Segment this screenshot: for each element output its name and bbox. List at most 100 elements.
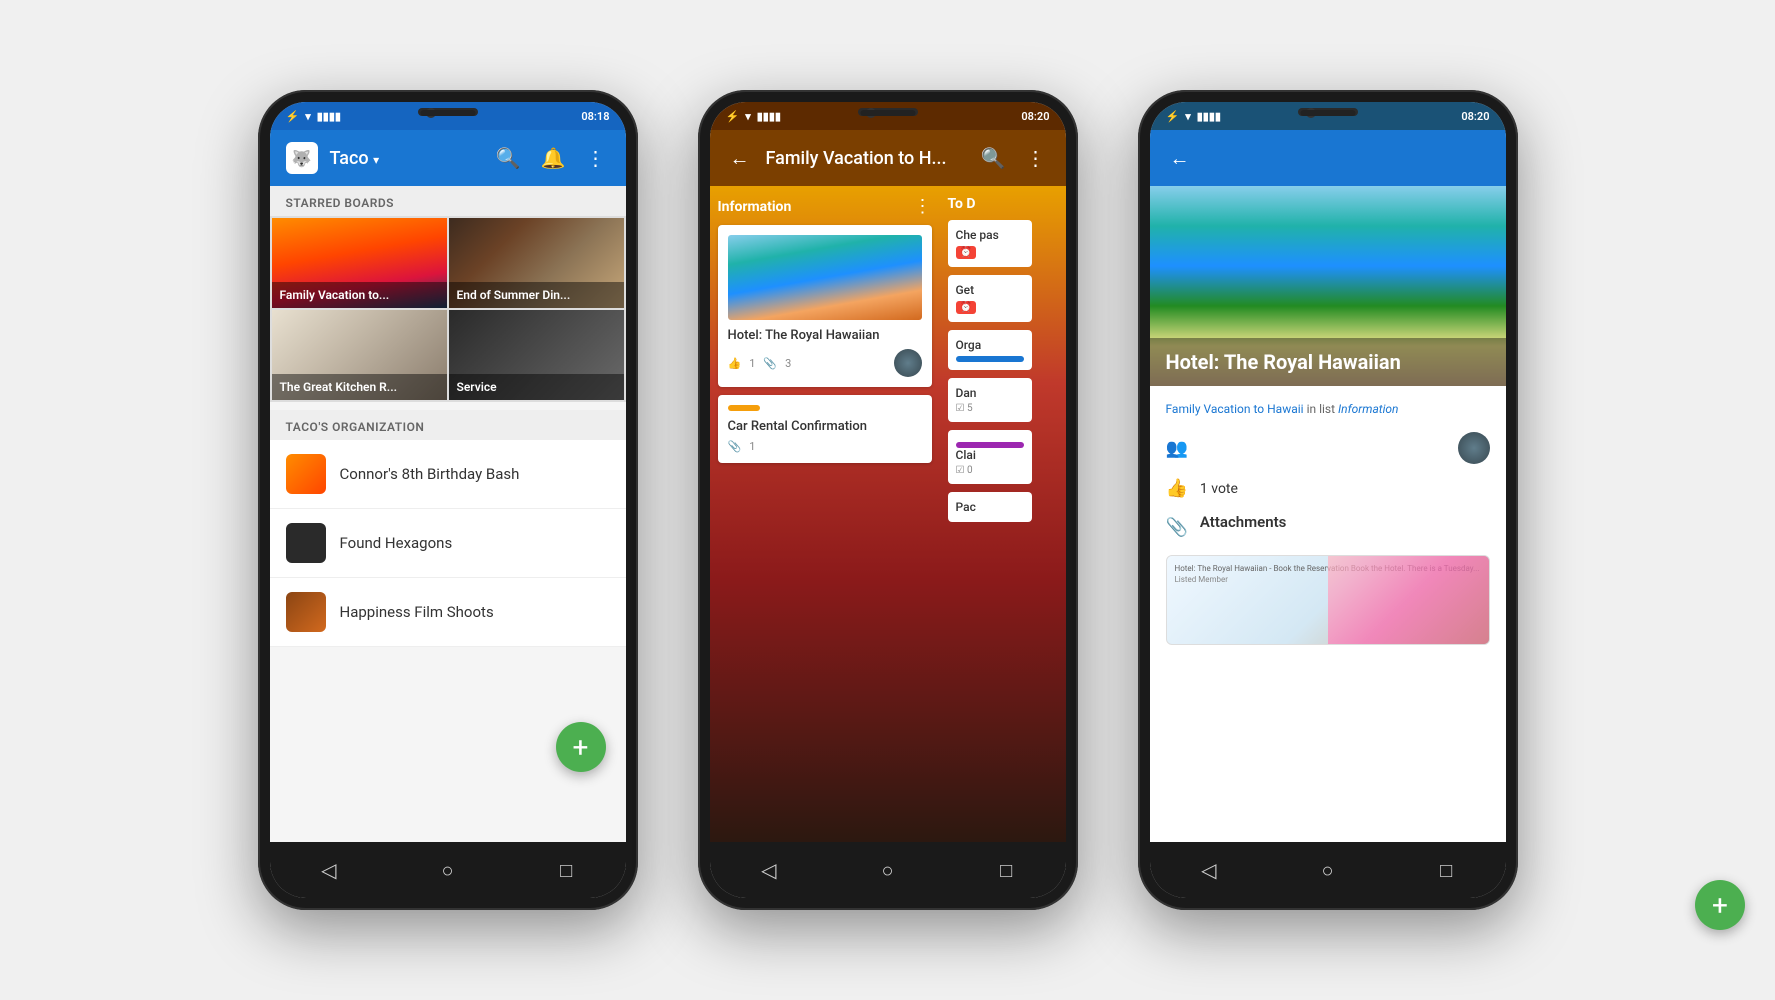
nav-home-2[interactable]: ○ — [873, 856, 901, 884]
org-section-label: Taco's Organization — [270, 410, 626, 440]
wifi-icon: ▾ — [305, 110, 311, 123]
phone-3-screen: ⚡ ▾ ▮▮▮▮ 08:20 ← Hotel: The Royal Hawaii… — [1150, 102, 1506, 898]
attachment-building-bg — [1328, 556, 1489, 644]
org-icon-0 — [286, 454, 326, 494]
nav-square-2[interactable]: □ — [992, 856, 1020, 884]
more-vert-icon-2[interactable]: ⋮ — [1022, 142, 1050, 174]
card-rental-title: Car Rental Confirmation — [728, 419, 922, 434]
card-hotel-title: Hotel: The Royal Hawaiian — [728, 328, 922, 343]
card-rental-meta: 📎 1 — [728, 440, 922, 453]
list-header-info: Information ⋮ — [718, 196, 932, 217]
partial-card-4[interactable]: Clai ☑ 0 — [948, 430, 1032, 484]
list-title-info: Information — [718, 199, 792, 215]
nav-square-1[interactable]: □ — [552, 856, 580, 884]
phone-1-screen: ⚡ ▾ ▮▮▮▮ 08:18 🐺 Taco ▾ 🔍 🔔 ⋮ Starred Bo… — [270, 102, 626, 898]
attachment-thumbnail[interactable]: Hotel: The Royal Hawaiian - Book the Res… — [1166, 555, 1490, 645]
list-information: Information ⋮ Hotel: The Royal Hawaiian … — [710, 186, 940, 842]
phone-2-screen: ⚡ ▾ ▮▮▮▮ 08:20 ← Family Vacation to H...… — [710, 102, 1066, 898]
partial-card-3[interactable]: Dan ☑ 5 — [948, 378, 1032, 422]
list-name-link[interactable]: Information — [1338, 402, 1398, 416]
status-time-2: 08:20 — [1021, 110, 1049, 123]
thumbs-up-icon: 👍 — [1166, 478, 1188, 499]
card-detail-subtitle: Family Vacation to Hawaii in list Inform… — [1166, 402, 1490, 416]
card-hotel[interactable]: Hotel: The Royal Hawaiian 👍 1 📎 3 — [718, 225, 932, 387]
status-bar-1: ⚡ ▾ ▮▮▮▮ 08:18 — [270, 102, 626, 130]
back-icon-3[interactable]: ← — [1166, 142, 1194, 175]
card-label-orange — [728, 405, 760, 411]
starred-boards-label: Starred Boards — [270, 186, 626, 216]
list-todo-partial: To D Che pas ⏰ Get ⏰ — [940, 186, 1040, 842]
back-icon-2[interactable]: ← — [726, 142, 754, 175]
more-vert-icon-1[interactable]: ⋮ — [582, 142, 610, 174]
board-label-kitchen: The Great Kitchen R... — [272, 374, 447, 400]
board-label-family-vacation: Family Vacation to... — [272, 282, 447, 308]
list-more-icon[interactable]: ⋮ — [914, 196, 932, 217]
search-icon-1[interactable]: 🔍 — [492, 142, 525, 174]
member-avatar[interactable] — [1458, 432, 1490, 464]
app-bar-2: ← Family Vacation to H... 🔍 ⋮ — [710, 130, 1066, 186]
clock-icon-1: ⏰ — [960, 302, 972, 313]
org-name-0: Connor's 8th Birthday Bash — [340, 465, 520, 483]
blue-progress-bar — [956, 356, 1024, 362]
board-content: Information ⋮ Hotel: The Royal Hawaiian … — [710, 186, 1066, 842]
partial-title-5: Pac — [956, 500, 1024, 514]
org-name-1: Found Hexagons — [340, 534, 453, 552]
phone-3: ⚡ ▾ ▮▮▮▮ 08:20 ← Hotel: The Royal Hawaii… — [1138, 90, 1518, 910]
board-thumb-service[interactable]: Service — [449, 310, 624, 400]
nav-back-2[interactable]: ◁ — [755, 856, 783, 884]
org-item-2[interactable]: Happiness Film Shoots — [270, 578, 626, 647]
app-bar-3: ← — [1150, 130, 1506, 186]
card-hero-image: Hotel: The Royal Hawaiian — [1150, 186, 1506, 386]
nav-bar-1: ◁ ○ □ — [270, 842, 626, 898]
partial-title-1: Get — [956, 283, 1024, 297]
attachments-header-row: 📎 Attachments — [1166, 513, 1490, 541]
like-icon-card1: 👍 — [728, 357, 742, 370]
board-thumb-end-of-summer[interactable]: End of Summer Din... — [449, 218, 624, 308]
board-name-link[interactable]: Family Vacation to Hawaii — [1166, 402, 1304, 416]
attachment-count-card2: 1 — [749, 440, 755, 453]
wifi-icon-3: ▾ — [1185, 110, 1191, 123]
bluetooth-icon-2: ⚡ — [726, 110, 740, 123]
app-title-1[interactable]: Taco ▾ — [330, 148, 480, 169]
speaker-indicator — [420, 110, 475, 116]
nav-square-3[interactable]: □ — [1432, 856, 1460, 884]
card-detail-body: Family Vacation to Hawaii in list Inform… — [1150, 386, 1506, 661]
card-car-rental[interactable]: Car Rental Confirmation 📎 1 — [718, 395, 932, 463]
partial-title-3: Dan — [956, 386, 1024, 400]
speaker-indicator-3 — [1300, 110, 1355, 116]
nav-back-3[interactable]: ◁ — [1195, 856, 1223, 884]
bluetooth-icon: ⚡ — [286, 110, 300, 123]
status-time-1: 08:18 — [581, 110, 609, 123]
search-icon-2[interactable]: 🔍 — [977, 142, 1010, 174]
phone-2: ⚡ ▾ ▮▮▮▮ 08:20 ← Family Vacation to H...… — [698, 90, 1078, 910]
org-list: Connor's 8th Birthday Bash Found Hexagon… — [270, 440, 626, 647]
clock-icon-0: ⏰ — [960, 247, 972, 258]
nav-home-3[interactable]: ○ — [1313, 856, 1341, 884]
partial-card-5[interactable]: Pac — [948, 492, 1032, 522]
org-item-1[interactable]: Found Hexagons — [270, 509, 626, 578]
overdue-badge-1: ⏰ — [956, 301, 976, 314]
nav-bar-3: ◁ ○ □ — [1150, 842, 1506, 898]
wifi-icon-2: ▾ — [745, 110, 751, 123]
nav-home-1[interactable]: ○ — [433, 856, 461, 884]
card-detail-content: Hotel: The Royal Hawaiian Family Vacatio… — [1150, 186, 1506, 842]
board-thumb-kitchen[interactable]: The Great Kitchen R... — [272, 310, 447, 400]
signal-icon: ▮▮▮▮ — [317, 110, 341, 123]
nav-back-1[interactable]: ◁ — [315, 856, 343, 884]
partial-card-2[interactable]: Orga — [948, 330, 1032, 370]
partial-card-0[interactable]: Che pas ⏰ — [948, 220, 1032, 267]
fab-add-button[interactable]: + — [556, 722, 606, 772]
members-row: 👥 — [1166, 432, 1490, 464]
org-item-0[interactable]: Connor's 8th Birthday Bash — [270, 440, 626, 509]
board-thumb-family-vacation[interactable]: Family Vacation to... — [272, 218, 447, 308]
notification-icon[interactable]: 🔔 — [537, 142, 570, 174]
org-icon-2 — [286, 592, 326, 632]
partial-title-4: Clai — [956, 448, 1024, 462]
card-hotel-meta: 👍 1 📎 3 — [728, 349, 922, 377]
list-title-todo: To D — [948, 196, 976, 212]
speaker-indicator-2 — [860, 110, 915, 116]
attachment-icon-card1: 📎 — [763, 357, 777, 370]
status-time-3: 08:20 — [1461, 110, 1489, 123]
partial-card-1[interactable]: Get ⏰ — [948, 275, 1032, 322]
card-hotel-image — [728, 235, 922, 320]
